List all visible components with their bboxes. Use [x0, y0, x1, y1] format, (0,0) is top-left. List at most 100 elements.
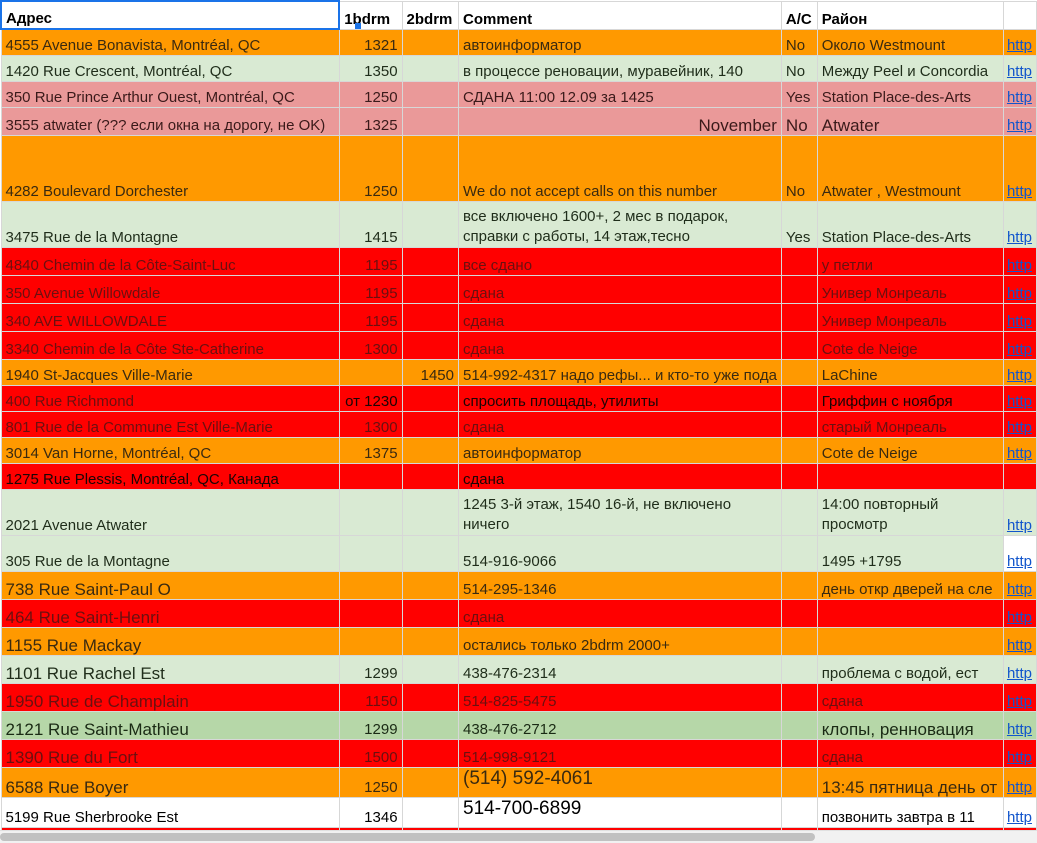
cell-ac[interactable]	[780, 246, 818, 276]
cell-ac[interactable]: No	[780, 134, 818, 202]
header-1bdrm[interactable]: 1bdrm	[338, 0, 403, 30]
cell-address[interactable]: 801 Rue de la Commune Est Ville-Marie	[0, 410, 340, 438]
cell-link[interactable]: http	[1002, 200, 1037, 248]
cell-ac[interactable]	[780, 738, 818, 768]
cell-area[interactable]: LaChine	[816, 358, 1004, 386]
cell-address[interactable]: 1950 Rue de Champlain	[0, 682, 340, 712]
cell-1bdrm[interactable]: 1346	[338, 796, 403, 828]
cell-2bdrm[interactable]	[401, 410, 460, 438]
cell-1bdrm[interactable]: 1375	[338, 436, 403, 464]
cell-2bdrm[interactable]	[401, 436, 460, 464]
cell-ac[interactable]	[780, 384, 818, 412]
cell-ac[interactable]	[780, 534, 818, 572]
cell-1bdrm[interactable]: 1195	[338, 274, 403, 304]
cell-address[interactable]: 1420 Rue Crescent, Montréal, QC	[0, 54, 340, 82]
cell-ac[interactable]: No	[780, 28, 818, 56]
cell-address[interactable]: 305 Rue de la Montagne	[0, 534, 340, 572]
cell-2bdrm[interactable]	[401, 766, 460, 798]
cell-link[interactable]: http	[1002, 766, 1037, 798]
cell-link[interactable]: http	[1002, 246, 1037, 276]
cell-address[interactable]: 1390 Rue du Fort	[0, 738, 340, 768]
cell-2bdrm[interactable]	[401, 598, 460, 628]
cell-link[interactable]: http	[1002, 54, 1037, 82]
cell-address[interactable]: 3014 Van Horne, Montréal, QC	[0, 436, 340, 464]
cell-link[interactable]: http	[1002, 654, 1037, 684]
cell-address[interactable]: 6588 Rue Boyer	[0, 766, 340, 798]
cell-address[interactable]: 1101 Rue Rachel Est	[0, 654, 340, 684]
cell-1bdrm[interactable]: 1300	[338, 330, 403, 360]
cell-2bdrm[interactable]	[401, 488, 460, 536]
cell-1bdrm[interactable]: 1299	[338, 654, 403, 684]
header-comment[interactable]: Comment	[458, 0, 782, 30]
cell-address[interactable]: 2021 Avenue Atwater	[0, 488, 340, 536]
cell-ac[interactable]	[780, 598, 818, 628]
cell-link[interactable]: http	[1002, 710, 1037, 740]
header-2bdrm[interactable]: 2bdrm	[401, 0, 460, 30]
cell-link[interactable]: http	[1002, 570, 1037, 600]
cell-address[interactable]: 340 AVE WILLOWDALE	[0, 302, 340, 332]
cell-address[interactable]: 3475 Rue de la Montagne	[0, 200, 340, 248]
cell-address[interactable]: 1940 St-Jacques Ville-Marie	[0, 358, 340, 386]
cell-2bdrm[interactable]	[401, 106, 460, 136]
cell-1bdrm[interactable]: 1250	[338, 134, 403, 202]
cell-link[interactable]: http	[1002, 682, 1037, 712]
cell-area[interactable]: проблема с водой, ест	[816, 654, 1004, 684]
cell-2bdrm[interactable]	[401, 710, 460, 740]
cell-comment[interactable]: сдана	[458, 302, 782, 332]
cell-address[interactable]: 2121 Rue Saint-Mathieu	[0, 710, 340, 740]
cell-area[interactable]	[816, 462, 1004, 490]
cell-area[interactable]: старый Монреаль	[816, 410, 1004, 438]
cell-link[interactable]	[1002, 462, 1037, 490]
cell-comment[interactable]: сдана	[458, 274, 782, 304]
cell-2bdrm[interactable]	[401, 796, 460, 828]
cell-2bdrm[interactable]	[401, 654, 460, 684]
cell-2bdrm[interactable]	[401, 80, 460, 108]
cell-1bdrm[interactable]: 1500	[338, 738, 403, 768]
cell-1bdrm[interactable]: 1321	[338, 28, 403, 56]
cell-comment[interactable]: 514-992-4317 надо рефы... и кто-то уже п…	[458, 358, 782, 386]
cell-area[interactable]: Atwater	[816, 106, 1004, 136]
cell-area[interactable]: Между Peel и Concordia	[816, 54, 1004, 82]
cell-area[interactable]: Универ Монреаль	[816, 302, 1004, 332]
scrollbar-thumb[interactable]	[0, 833, 815, 841]
cell-area[interactable]: Atwater , Westmount	[816, 134, 1004, 202]
cell-area[interactable]: сдана	[816, 682, 1004, 712]
cell-2bdrm[interactable]	[401, 384, 460, 412]
cell-area[interactable]: Station Place-des-Arts	[816, 200, 1004, 248]
cell-link[interactable]: http	[1002, 598, 1037, 628]
cell-comment[interactable]: СДАНА 11:00 12.09 за 1425	[458, 80, 782, 108]
cell-link[interactable]: http	[1002, 330, 1037, 360]
cell-area[interactable]: Универ Монреаль	[816, 274, 1004, 304]
cell-ac[interactable]	[780, 462, 818, 490]
cell-comment[interactable]: сдана	[458, 462, 782, 490]
cell-link[interactable]: http	[1002, 436, 1037, 464]
header-area[interactable]: Район	[816, 0, 1004, 30]
cell-comment[interactable]: 514-700-6899	[458, 796, 782, 828]
cell-2bdrm[interactable]	[401, 302, 460, 332]
cell-ac[interactable]: No	[780, 54, 818, 82]
cell-2bdrm[interactable]	[401, 682, 460, 712]
cell-link[interactable]: http	[1002, 28, 1037, 56]
cell-comment[interactable]: все сдано	[458, 246, 782, 276]
cell-comment[interactable]: (514) 592-4061	[458, 766, 782, 798]
cell-area[interactable]: день откр дверей на сле	[816, 570, 1004, 600]
cell-comment[interactable]: остались только 2bdrm 2000+	[458, 626, 782, 656]
cell-link[interactable]: http	[1002, 626, 1037, 656]
cell-2bdrm[interactable]	[401, 28, 460, 56]
cell-ac[interactable]	[780, 710, 818, 740]
cell-area[interactable]: Гриффин с ноября	[816, 384, 1004, 412]
cell-area[interactable]: позвонить завтра в 11	[816, 796, 1004, 828]
cell-ac[interactable]	[780, 796, 818, 828]
cell-comment[interactable]: 514-295-1346	[458, 570, 782, 600]
cell-link[interactable]: http	[1002, 80, 1037, 108]
cell-area[interactable]: у петли	[816, 246, 1004, 276]
cell-address[interactable]: 350 Avenue Willowdale	[0, 274, 340, 304]
cell-comment[interactable]: November	[458, 106, 782, 136]
cell-address[interactable]: 464 Rue Saint-Henri	[0, 598, 340, 628]
cell-area[interactable]: Cote de Neige	[816, 436, 1004, 464]
horizontal-scrollbar[interactable]	[0, 830, 1037, 843]
cell-2bdrm[interactable]	[401, 570, 460, 600]
cell-ac[interactable]	[780, 488, 818, 536]
cell-area[interactable]: Около Westmount	[816, 28, 1004, 56]
cell-ac[interactable]	[780, 626, 818, 656]
